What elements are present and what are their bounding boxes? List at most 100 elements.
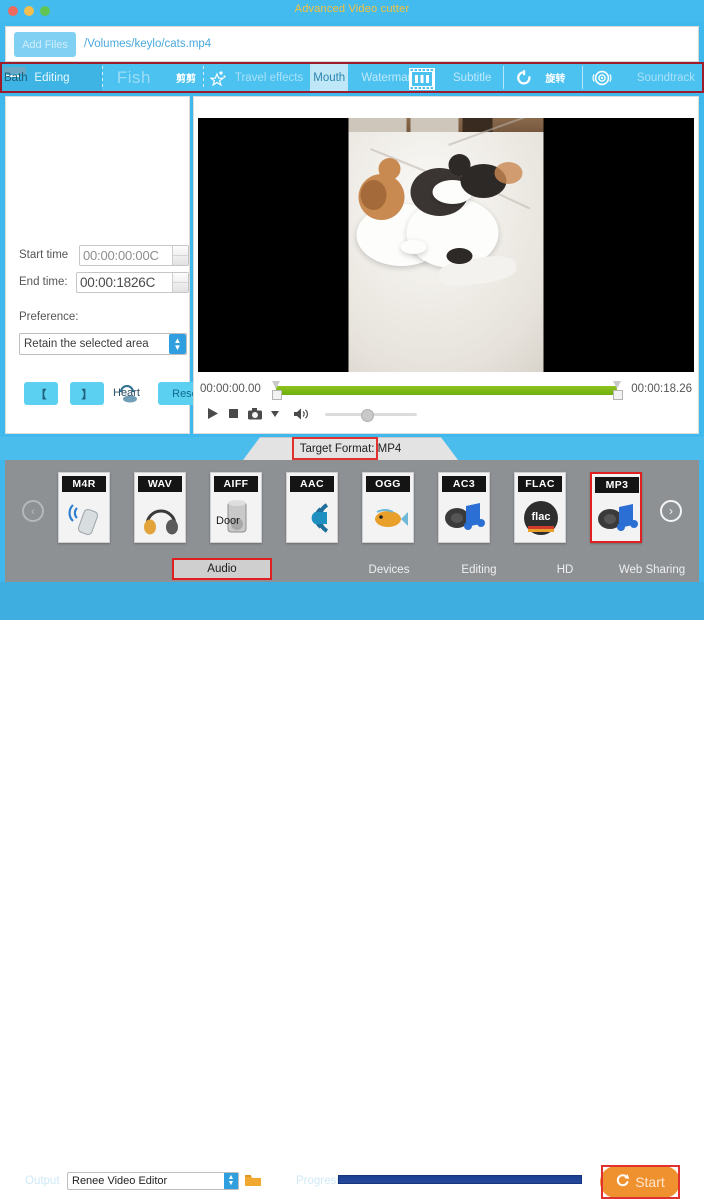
toolbar-item-bath-label: Bath	[4, 71, 28, 84]
flac-badge-icon: flac	[519, 496, 563, 540]
chevron-updown-icon: ▲ ▼	[224, 1173, 238, 1189]
tab-web-sharing[interactable]: Web Sharing	[605, 564, 699, 576]
toolbar-group-mouth[interactable]: Mouth	[310, 64, 349, 91]
add-files-button[interactable]: Add Files	[14, 32, 76, 57]
format-carousel: ‹ › M4R WAV AIFF Door AAC OGG AC3 FLAC f…	[5, 460, 699, 557]
playback-controls[interactable]	[206, 407, 417, 422]
preference-label: Preference:	[19, 311, 79, 323]
start-time-value: 00:00:00:00C	[83, 248, 159, 263]
toolbar-group-watermark[interactable]: Watermark	[350, 64, 436, 91]
volume-knob[interactable]	[361, 408, 374, 422]
output-bar: Output Renee Video Editor ▲ ▼ Progress: S…	[0, 582, 704, 1199]
video-player-panel: 00:00:00.00 00:00:18.26	[193, 96, 699, 434]
fish-icon	[367, 496, 411, 540]
format-card-wav[interactable]: WAV	[134, 472, 186, 543]
toolbar-item-editing-label: Editing	[34, 71, 70, 84]
star-effects-icon	[209, 69, 228, 87]
stop-icon[interactable]	[228, 408, 239, 419]
feature-toolbar[interactable]: Editing Bath Fish 剪剪 Travel effects Mout…	[0, 62, 704, 93]
tab-devices[interactable]: Devices	[345, 564, 433, 576]
folder-icon[interactable]	[245, 1174, 261, 1187]
dropdown-caret-icon[interactable]	[271, 410, 279, 417]
mark-out-button[interactable]: 】	[70, 382, 104, 405]
tab-hd[interactable]: HD	[525, 564, 605, 576]
format-card-mp3[interactable]: MP3	[590, 472, 642, 543]
trim-end-handle[interactable]	[613, 381, 623, 400]
toolbar-item-travel-effects[interactable]: Travel effects	[228, 64, 310, 91]
toolbar-item-subtitle-label: Subtitle	[453, 71, 492, 84]
output-select[interactable]: Renee Video Editor ▲ ▼	[67, 1172, 239, 1190]
start-time-input[interactable]: 00:00:00:00C	[79, 245, 189, 266]
carousel-prev-button[interactable]: ‹	[22, 500, 44, 522]
toolbar-item-fish[interactable]: Fish	[103, 64, 158, 91]
category-tabs[interactable]: Video Devices Editing HD Web Sharing	[5, 557, 699, 582]
video-frame	[348, 118, 544, 372]
soundtrack-icon	[591, 69, 613, 87]
heart-label: Heart	[113, 387, 140, 399]
format-card-ac3[interactable]: AC3	[438, 472, 490, 543]
start-time-stepper[interactable]	[172, 246, 188, 265]
toolbar-item-rotate[interactable]: 旋转	[533, 64, 572, 91]
play-icon[interactable]	[206, 407, 219, 420]
cat-orange-ear	[378, 158, 401, 180]
format-card-m4r[interactable]: M4R	[58, 472, 110, 543]
toolbar-group-cut[interactable]: Fish 剪剪	[103, 64, 203, 91]
start-button-highlight	[601, 1165, 680, 1199]
format-card-aiff[interactable]: AIFF Door	[210, 472, 262, 543]
preference-select[interactable]: Retain the selected area ▲ ▼	[19, 333, 187, 355]
tab-audio[interactable]: Audio	[172, 558, 272, 580]
heart-control[interactable]: Heart	[113, 382, 146, 405]
format-card-list: M4R WAV AIFF Door AAC OGG AC3 FLAC flac …	[58, 472, 642, 543]
chevron-updown-icon: ▲ ▼	[169, 334, 186, 354]
format-card-tag: OGG	[366, 476, 410, 492]
start-time-label: Start time	[19, 249, 69, 261]
rotate-icon	[515, 69, 533, 87]
toolbar-item-soundtrack[interactable]: Soundtrack	[613, 64, 702, 91]
window-title: Advanced Video cutter	[294, 3, 410, 15]
preference-value: Retain the selected area	[24, 338, 149, 350]
file-path-label: /Volumes/keylo/cats.mp4	[84, 38, 212, 50]
toolbar-group-effects[interactable]: Travel effects	[204, 64, 310, 91]
aiff-overlay-label: Door	[216, 515, 240, 527]
format-card-tag: AC3	[442, 476, 486, 492]
format-card-flac[interactable]: FLAC flac	[514, 472, 566, 543]
toolbar-item-mouth[interactable]: Mouth	[310, 64, 349, 91]
volume-slider[interactable]	[325, 408, 417, 422]
format-card-tag: M4R	[62, 476, 106, 492]
timeline-track[interactable]	[272, 381, 623, 400]
toolbar-item-cut[interactable]: 剪剪	[158, 64, 203, 91]
toolbar-group-rotate[interactable]: 旋转	[503, 64, 582, 91]
mark-in-button[interactable]: 【	[24, 382, 58, 405]
volume-icon[interactable]	[294, 408, 310, 420]
toolbar-group-editing[interactable]: Editing Bath	[2, 64, 102, 91]
timeline-row: 00:00:00.00 00:00:18.26	[200, 380, 692, 400]
toolbar-item-subtitle[interactable]: Subtitle	[429, 64, 498, 91]
tab-editing[interactable]: Editing	[433, 564, 525, 576]
carousel-next-button[interactable]: ›	[660, 500, 682, 522]
progress-bar	[338, 1175, 582, 1184]
camera-icon[interactable]	[248, 407, 262, 420]
toolbar-group-subtitle[interactable]: Subtitle	[429, 64, 502, 91]
toolbar-item-cut-label: 剪剪	[175, 74, 196, 85]
toolbar-item-fish-label: Fish	[116, 67, 151, 87]
toolbar-group-soundtrack[interactable]: Soundtrack	[583, 64, 702, 91]
format-card-tag: AAC	[290, 476, 334, 492]
end-time-stepper[interactable]	[172, 273, 188, 292]
cut-actions[interactable]: 【 】 Heart Reset	[24, 382, 215, 405]
format-card-aac[interactable]: AAC	[286, 472, 338, 543]
toolbar-item-bath[interactable]: Bath	[2, 64, 35, 91]
format-card-ogg[interactable]: OGG	[362, 472, 414, 543]
trim-start-handle[interactable]	[272, 381, 282, 400]
video-preview[interactable]	[198, 118, 694, 372]
end-time-input[interactable]: 00:00:1826C	[76, 272, 189, 293]
output-label: Output	[25, 1175, 60, 1187]
output-value: Renee Video Editor	[72, 1175, 168, 1187]
speaker-note-icon	[443, 496, 487, 540]
cat-orange-shade	[360, 180, 387, 210]
app-window: Advanced Video cutter Add Files /Volumes…	[0, 0, 704, 1199]
end-time-label: End time:	[19, 276, 68, 288]
format-card-tag: AIFF	[214, 476, 258, 492]
title-bar: Advanced Video cutter	[0, 0, 704, 22]
phone-signal-icon	[63, 496, 107, 540]
timeline-fill	[276, 386, 617, 395]
